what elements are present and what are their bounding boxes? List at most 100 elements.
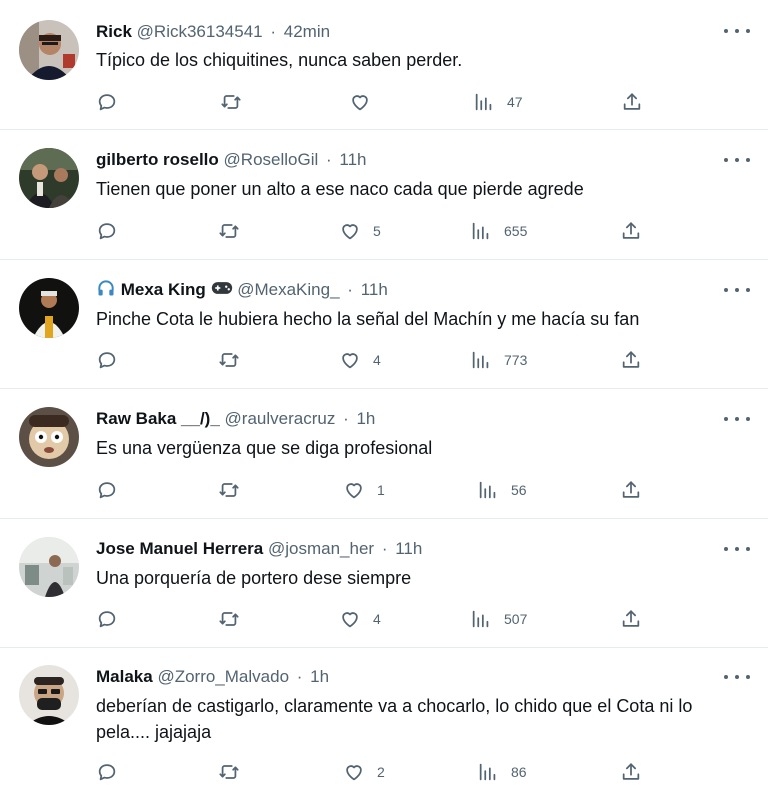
views-button[interactable]: 507	[470, 606, 527, 632]
reply-button[interactable]	[96, 759, 130, 785]
views-icon	[475, 93, 492, 111]
share-icon	[622, 351, 640, 368]
tweet-text: Típico de los chiquitines, nunca saben p…	[96, 50, 463, 70]
avatar[interactable]	[19, 665, 79, 725]
more-options-icon[interactable]	[724, 150, 750, 170]
tweet[interactable]: Raw Baka __/)_ @raulveracruz · 1h Es una…	[0, 389, 768, 519]
share-button[interactable]	[620, 759, 642, 785]
share-button[interactable]	[620, 606, 642, 632]
reply-icon	[98, 482, 116, 499]
tweet[interactable]: Malaka @Zorro_Malvado · 1h deberían de c…	[0, 648, 768, 800]
reply-icon	[98, 94, 116, 111]
reply-button[interactable]	[96, 89, 130, 115]
retweet-button[interactable]	[220, 89, 254, 115]
more-options-icon[interactable]	[724, 667, 750, 687]
avatar[interactable]	[19, 148, 79, 208]
user-handle[interactable]: @raulveracruz	[225, 409, 336, 428]
like-icon	[342, 353, 358, 369]
timestamp[interactable]: 11h	[339, 150, 366, 169]
timestamp[interactable]: 11h	[395, 539, 422, 558]
more-options-icon[interactable]	[724, 539, 750, 559]
views-count: 507	[504, 611, 528, 627]
retweet-icon	[219, 612, 239, 626]
retweet-button[interactable]	[218, 606, 252, 632]
avatar[interactable]	[19, 537, 79, 597]
user-handle[interactable]: @MexaKing_	[237, 280, 339, 299]
like-icon	[346, 483, 362, 499]
separator: ·	[343, 409, 349, 428]
timestamp[interactable]: 42min	[284, 22, 330, 41]
display-name[interactable]: gilberto rosello	[96, 150, 219, 169]
views-icon	[472, 222, 489, 240]
reply-button[interactable]	[96, 347, 130, 373]
share-button[interactable]	[620, 347, 642, 373]
display-name[interactable]: Malaka	[96, 667, 153, 686]
more-options-icon[interactable]	[724, 21, 750, 41]
reply-button[interactable]	[96, 477, 130, 503]
views-button[interactable]: 56	[477, 477, 527, 503]
views-icon	[479, 763, 496, 781]
share-button[interactable]	[621, 89, 643, 115]
share-icon	[623, 93, 641, 110]
display-name[interactable]: Jose Manuel Herrera	[96, 539, 263, 558]
share-icon	[622, 222, 640, 239]
like-button[interactable]: 5	[339, 218, 381, 244]
separator: ·	[347, 280, 353, 299]
reply-icon	[98, 223, 116, 240]
display-name[interactable]: Rick	[96, 22, 132, 41]
like-button[interactable]	[349, 89, 383, 115]
like-icon	[346, 765, 362, 781]
like-count: 1	[377, 482, 385, 498]
views-icon	[472, 610, 489, 628]
tweet-text: Pinche Cota le hubiera hecho la señal de…	[96, 309, 640, 329]
display-name[interactable]: Raw Baka __/)_	[96, 409, 220, 428]
avatar[interactable]	[19, 407, 79, 467]
avatar[interactable]	[19, 278, 79, 338]
tweet-actions: 47	[96, 89, 656, 115]
retweet-icon	[219, 765, 239, 779]
tweet[interactable]: Mexa King @MexaKing_ · 11h Pinche Cota l…	[0, 260, 768, 389]
share-icon	[622, 610, 640, 627]
views-count: 655	[504, 223, 528, 239]
timestamp[interactable]: 1h	[310, 667, 329, 686]
reply-button[interactable]	[96, 218, 130, 244]
retweet-button[interactable]	[218, 347, 252, 373]
retweet-button[interactable]	[218, 477, 252, 503]
reply-icon	[98, 611, 116, 628]
retweet-icon	[219, 353, 239, 367]
like-button[interactable]: 1	[343, 477, 385, 503]
tweet-actions: 5 655	[96, 218, 656, 244]
user-handle[interactable]: @Zorro_Malvado	[157, 667, 289, 686]
more-options-icon[interactable]	[724, 280, 750, 300]
views-button[interactable]: 86	[477, 759, 527, 785]
retweet-button[interactable]	[218, 218, 252, 244]
timestamp[interactable]: 11h	[361, 280, 388, 299]
user-handle[interactable]: @RoselloGil	[224, 150, 319, 169]
like-count: 2	[377, 764, 385, 780]
tweet[interactable]: gilberto rosello @RoselloGil · 11h Tiene…	[0, 130, 768, 260]
like-icon	[352, 95, 368, 111]
share-icon	[622, 763, 640, 780]
views-button[interactable]: 655	[470, 218, 527, 244]
reply-icon	[98, 352, 116, 369]
display-name[interactable]: Mexa King	[121, 280, 206, 299]
views-button[interactable]: 47	[473, 89, 523, 115]
share-button[interactable]	[620, 477, 642, 503]
tweet-text: Tienen que poner un alto a ese naco cada…	[96, 179, 584, 199]
user-handle[interactable]: @josman_her	[268, 539, 374, 558]
timestamp[interactable]: 1h	[356, 409, 375, 428]
like-button[interactable]: 4	[339, 606, 381, 632]
headphones-emoji	[96, 278, 116, 305]
like-button[interactable]: 2	[343, 759, 385, 785]
tweet-actions: 4 773	[96, 347, 656, 373]
views-button[interactable]: 773	[470, 347, 527, 373]
tweet[interactable]: Jose Manuel Herrera @josman_her · 11h Un…	[0, 519, 768, 648]
tweet[interactable]: Rick @Rick36134541 · 42min Típico de los…	[0, 0, 768, 130]
share-button[interactable]	[620, 218, 642, 244]
avatar[interactable]	[19, 20, 79, 80]
user-handle[interactable]: @Rick36134541	[137, 22, 263, 41]
reply-button[interactable]	[96, 606, 130, 632]
retweet-button[interactable]	[218, 759, 252, 785]
like-button[interactable]: 4	[339, 347, 381, 373]
more-options-icon[interactable]	[724, 409, 750, 429]
